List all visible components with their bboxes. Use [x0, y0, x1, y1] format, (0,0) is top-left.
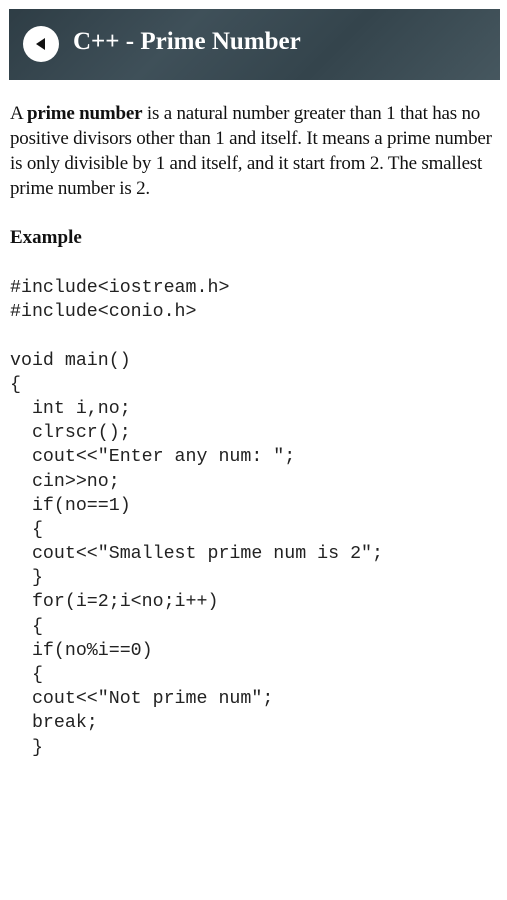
code-line: }: [10, 568, 43, 589]
code-line: break;: [10, 713, 98, 734]
intro-paragraph: A prime number is a natural number great…: [10, 101, 498, 201]
code-line: cout<<"Smallest prime num is 2";: [10, 544, 383, 565]
code-line: int i,no;: [10, 398, 131, 419]
code-line: #include<iostream.h>: [10, 278, 230, 298]
code-line: clrscr();: [10, 423, 131, 444]
code-line: cin>>no;: [10, 471, 120, 492]
code-line: for(i=2;i<no;i++): [10, 592, 219, 613]
code-line: {: [10, 519, 43, 540]
intro-section: A prime number is a natural number great…: [10, 101, 498, 201]
back-arrow-icon: [36, 38, 45, 50]
code-line: void main(): [10, 350, 131, 371]
example-heading: Example: [10, 227, 82, 248]
code-line: {: [10, 665, 43, 685]
code-line: {: [10, 616, 43, 637]
code-line: }: [10, 737, 43, 758]
code-line: {: [10, 374, 21, 395]
code-line: cout<<"Not prime num";: [10, 689, 274, 710]
code-line: if(no%i==0): [10, 640, 153, 661]
app-header: C++ - Prime Number: [9, 9, 500, 80]
back-button[interactable]: [23, 26, 59, 62]
code-block: #include<iostream.h> #include<conio.h> voi…: [10, 276, 383, 760]
page-title: C++ - Prime Number: [73, 28, 301, 55]
code-line: cout<<"Enter any num: ";: [10, 447, 296, 468]
intro-lead: A: [10, 103, 28, 124]
intro-term: prime number: [27, 103, 143, 124]
code-line: #include<conio.h>: [10, 302, 197, 323]
code-line: if(no==1): [10, 495, 131, 516]
